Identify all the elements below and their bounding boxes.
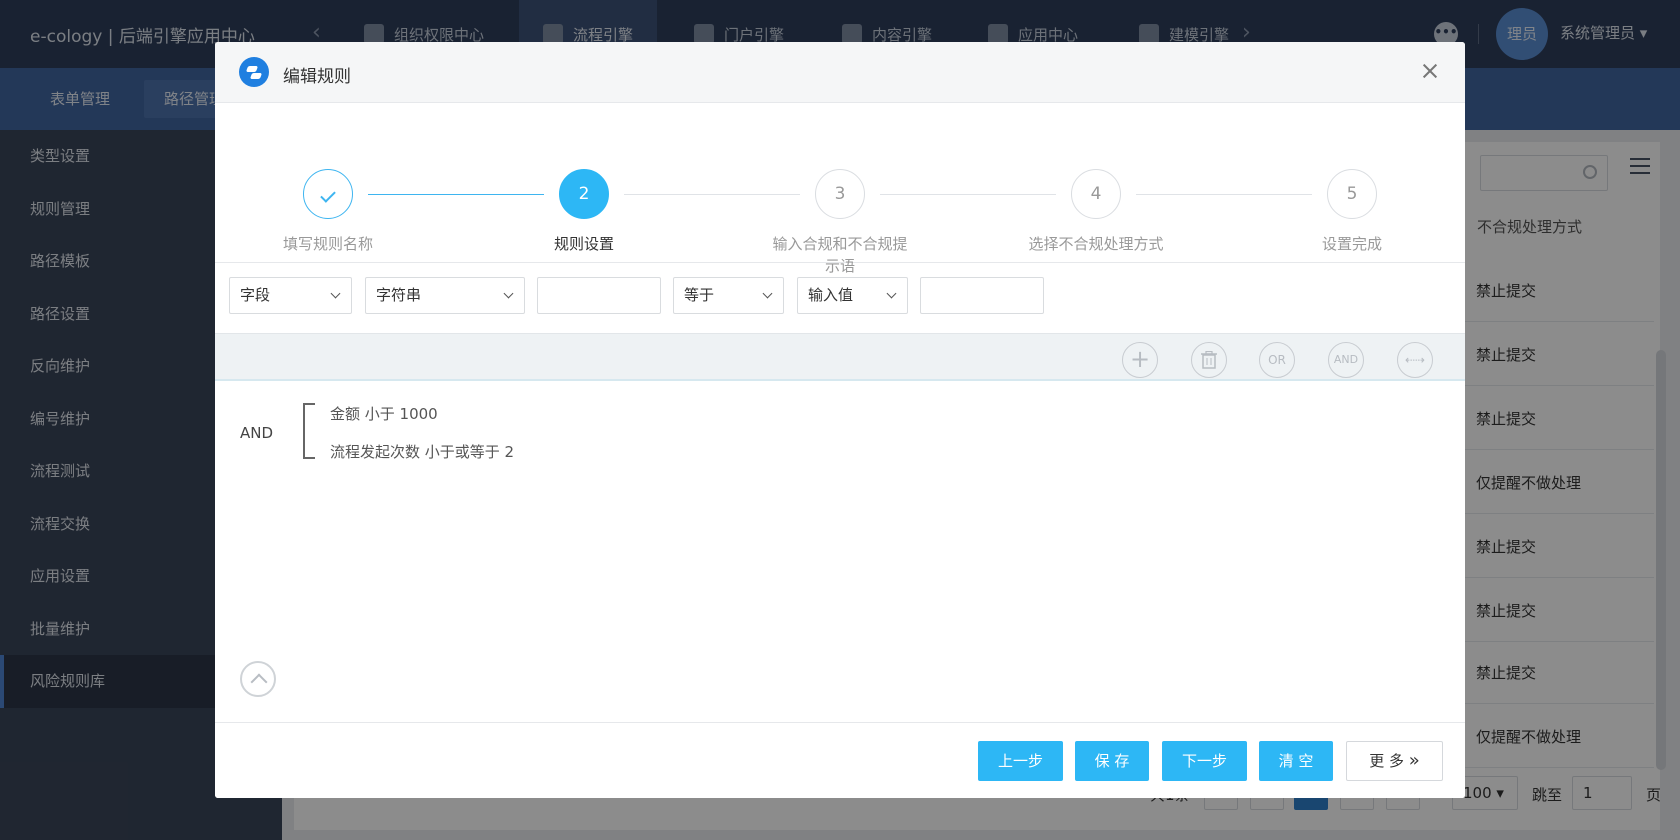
- chevron-down-icon: [503, 288, 514, 299]
- step-2: 2 规则设置: [504, 169, 664, 255]
- chevron-down-icon: [886, 288, 897, 299]
- step-3: 3 输入合规和不合规提示语: [760, 169, 920, 277]
- workflow-logo-icon: [239, 57, 269, 87]
- dialog-footer: 上一步 保 存 下一步 清 空 更 多 »: [215, 722, 1465, 798]
- swap-icon[interactable]: ⇠⇢: [1397, 342, 1433, 378]
- clear-button[interactable]: 清 空: [1259, 741, 1333, 781]
- prev-step-button[interactable]: 上一步: [978, 741, 1063, 781]
- rule-bracket: [303, 403, 315, 459]
- step-circle: 4: [1071, 169, 1121, 219]
- more-button[interactable]: 更 多 »: [1346, 741, 1443, 781]
- step-1: 填写规则名称: [248, 169, 408, 255]
- double-chevron-right-icon: »: [1408, 750, 1420, 771]
- condition-editor: 字段 字符串 等于 输入值: [215, 264, 1465, 334]
- rule-toolbar: + OR AND ⇠⇢: [215, 333, 1465, 381]
- field-type-value: 字段: [240, 286, 271, 304]
- dialog-header: 编辑规则: [215, 42, 1465, 103]
- step-indicator: 填写规则名称 2 规则设置 3 输入合规和不合规提示语 4 选择不合规处理方式 …: [215, 103, 1465, 275]
- step-label: 规则设置: [553, 235, 614, 253]
- more-label: 更 多: [1369, 752, 1404, 770]
- value-type-value: 输入值: [808, 286, 854, 304]
- step-circle: 3: [815, 169, 865, 219]
- operator-select[interactable]: 等于: [673, 277, 784, 314]
- step-5: 5 设置完成: [1272, 169, 1432, 255]
- step-label: 选择不合规处理方式: [1028, 235, 1164, 253]
- chevron-up-icon[interactable]: [240, 661, 276, 697]
- step-circle: 2: [559, 169, 609, 219]
- data-type-value: 字符串: [376, 286, 422, 304]
- dialog-title: 编辑规则: [283, 67, 351, 87]
- or-icon[interactable]: OR: [1259, 342, 1295, 378]
- save-button[interactable]: 保 存: [1075, 741, 1149, 781]
- close-icon[interactable]: [1415, 56, 1445, 86]
- trash-icon[interactable]: [1191, 342, 1227, 378]
- next-step-button[interactable]: 下一步: [1162, 741, 1247, 781]
- chevron-down-icon: [330, 288, 341, 299]
- step-4: 4 选择不合规处理方式: [1016, 169, 1176, 255]
- field-type-select[interactable]: 字段: [229, 277, 352, 314]
- value-type-select[interactable]: 输入值: [797, 277, 908, 314]
- field-input[interactable]: [537, 277, 661, 314]
- plus-icon[interactable]: +: [1122, 342, 1158, 378]
- rule-display: AND 金额 小于 1000 流程发起次数 小于或等于 2: [215, 383, 1465, 722]
- rule-line[interactable]: 金额 小于 1000: [330, 403, 438, 424]
- value-input[interactable]: [920, 277, 1044, 314]
- rule-logic-label: AND: [240, 424, 274, 442]
- step-circle: 5: [1327, 169, 1377, 219]
- step-label: 填写规则名称: [282, 235, 373, 253]
- and-icon[interactable]: AND: [1328, 342, 1364, 378]
- data-type-select[interactable]: 字符串: [365, 277, 525, 314]
- rule-line[interactable]: 流程发起次数 小于或等于 2: [330, 441, 514, 462]
- step-label: 设置完成: [1321, 235, 1382, 253]
- operator-value: 等于: [684, 286, 715, 304]
- step-circle: [303, 169, 353, 219]
- chevron-down-icon: [762, 288, 773, 299]
- edit-rule-dialog: 编辑规则 填写规则名称 2 规则设置 3 输入合规和不合规提示语 4 选择不合规…: [215, 42, 1465, 798]
- check-icon: [320, 187, 336, 203]
